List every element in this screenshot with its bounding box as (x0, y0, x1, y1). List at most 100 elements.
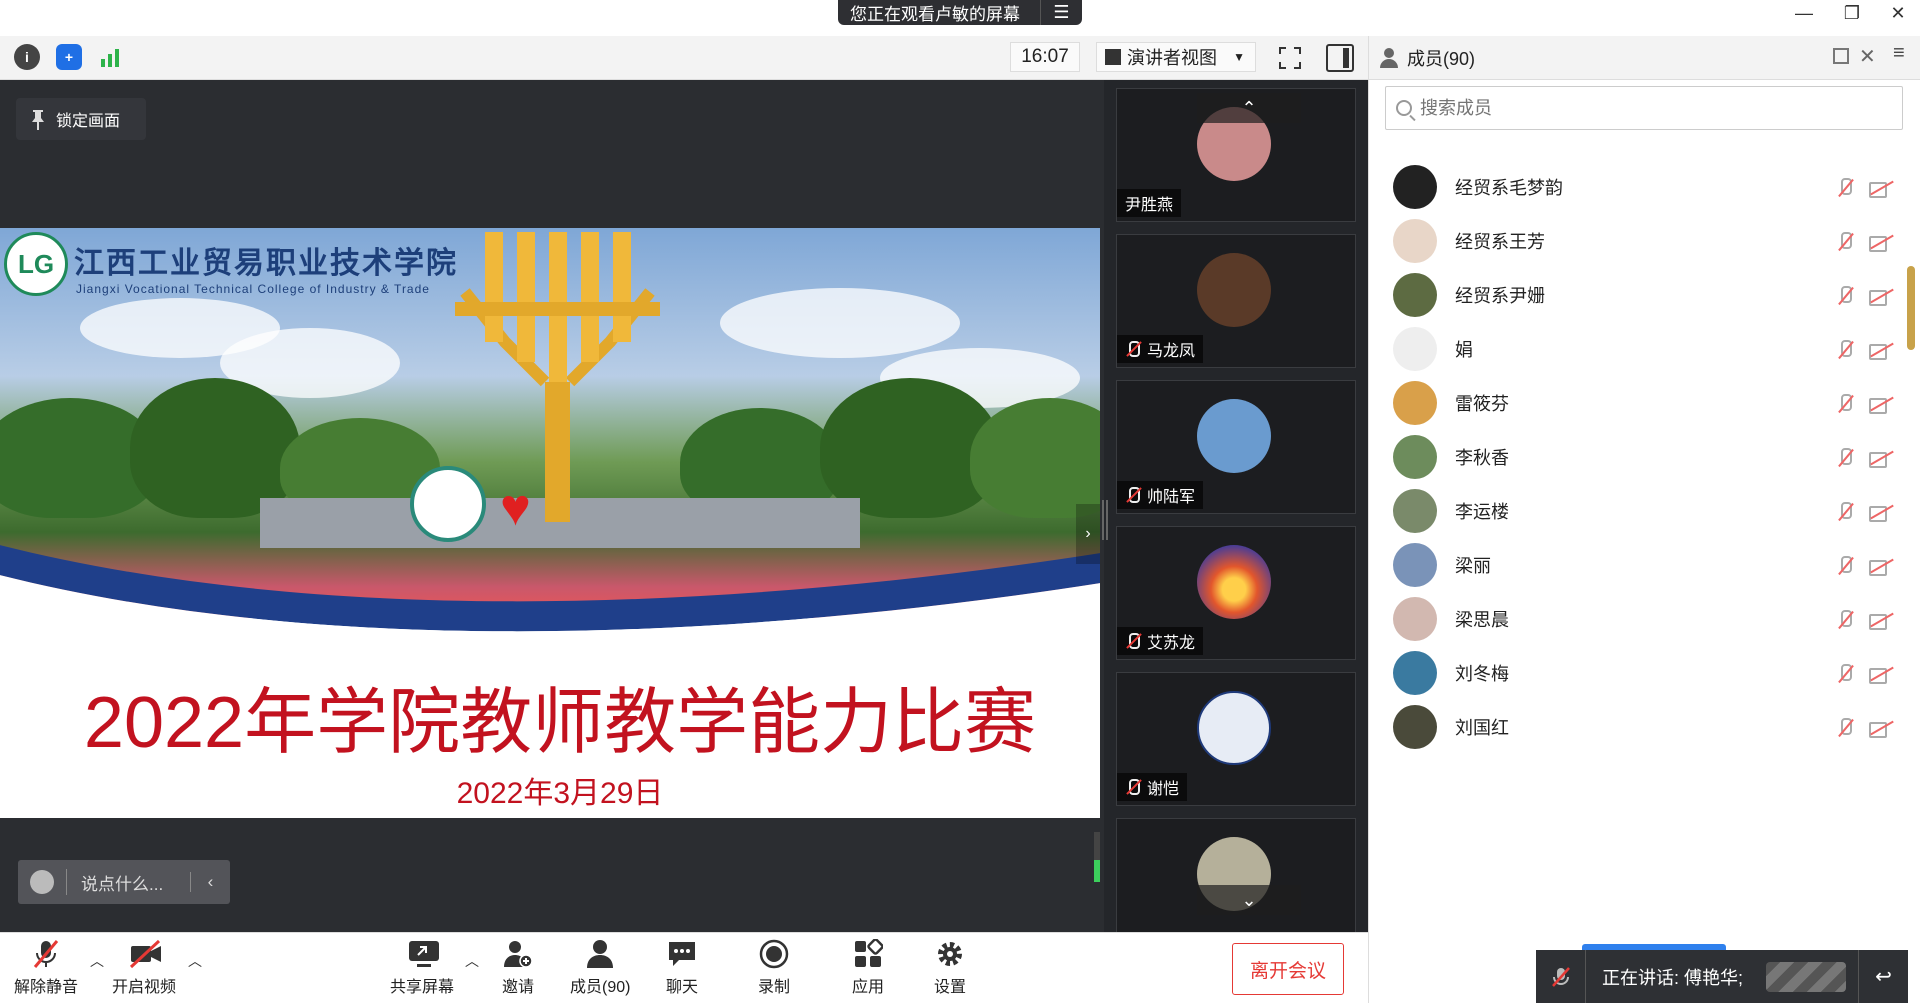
member-name: 经贸系王芳 (1455, 232, 1545, 252)
member-row[interactable]: 刘国红 (1369, 694, 1904, 760)
camera-off-icon[interactable] (1869, 504, 1893, 522)
mic-muted-icon[interactable] (1835, 610, 1855, 630)
close-window-button[interactable]: ✕ (1876, 0, 1920, 26)
scroll-up-button[interactable]: ⌃ (1197, 93, 1301, 123)
apps-button[interactable]: 应用 (852, 938, 884, 999)
camera-off-icon[interactable] (1869, 450, 1893, 468)
chat-quick-input[interactable]: 说点什么... ‹ (18, 860, 230, 904)
thumbnail-name: 艾苏龙 (1117, 627, 1204, 655)
hamburger-menu-icon[interactable]: ≡ (1893, 42, 1905, 65)
signal-icon[interactable] (100, 46, 122, 68)
member-name: 李秋香 (1455, 448, 1509, 468)
emoji-icon[interactable] (30, 870, 54, 894)
avatar (1197, 545, 1271, 619)
avatar (1393, 381, 1437, 425)
maximize-button[interactable]: ❐ (1830, 0, 1874, 26)
record-label: 录制 (758, 979, 791, 996)
camera-off-icon[interactable] (1869, 342, 1893, 360)
sidebar-toggle-button[interactable] (1326, 44, 1354, 72)
apps-icon (853, 938, 884, 969)
participant-thumbnails[interactable]: 尹胜燕 ⌃ 马龙凤 帅陆军 艾苏龙 谢恺 ⌄ (1104, 80, 1368, 932)
thumbnail-tile[interactable]: 帅陆军 (1116, 380, 1356, 514)
avatar (1393, 219, 1437, 263)
share-banner-text: 您正在观看卢敏的屏幕 (850, 5, 1020, 24)
i-love-sign: ♥ (500, 479, 531, 537)
camera-off-icon[interactable] (1869, 234, 1893, 252)
member-search-input[interactable] (1420, 97, 1860, 119)
chat-icon (667, 939, 697, 969)
next-page-button[interactable]: › (1076, 504, 1100, 564)
avatar (1393, 705, 1437, 749)
avatar (1197, 253, 1271, 327)
thumbnail-tile[interactable]: 马龙凤 (1116, 234, 1356, 368)
member-list-scrollbar[interactable] (1907, 266, 1915, 350)
members-title: 成员(90) (1407, 48, 1476, 69)
thumbnail-name: 谢恺 (1117, 773, 1188, 801)
member-search-box[interactable] (1385, 86, 1903, 130)
fullscreen-icon (1279, 47, 1301, 69)
meeting-toolbar: i + 16:07 演讲者视图 ▼ (0, 36, 1368, 80)
share-screen-button[interactable]: 共享屏幕 (390, 939, 454, 999)
view-mode-dropdown[interactable]: 演讲者视图 ▼ (1096, 42, 1256, 72)
chat-placeholder[interactable]: 说点什么... (67, 870, 190, 895)
invite-label: 邀请 (502, 979, 535, 996)
layout-icon (1105, 49, 1121, 65)
settings-button[interactable]: 设置 (934, 939, 966, 999)
thumbnail-tile[interactable]: 艾苏龙 (1116, 526, 1356, 660)
close-icon[interactable]: ✕ (1859, 44, 1876, 69)
member-name: 梁丽 (1455, 556, 1491, 576)
mic-muted-icon[interactable] (1835, 340, 1855, 360)
thumbnail-tile[interactable]: ⌄ (1116, 818, 1356, 932)
decorative-wave (0, 545, 1100, 660)
members-button[interactable]: 成员(90) (570, 939, 630, 999)
shield-icon[interactable]: + (56, 44, 82, 70)
fullscreen-button[interactable] (1276, 44, 1304, 72)
audio-options-chevron[interactable]: ︿ (90, 951, 104, 971)
avatar (1393, 327, 1437, 371)
members-label: 成员(90) (570, 979, 631, 996)
member-name: 娟 (1455, 340, 1473, 360)
thumbnail-tile[interactable]: 尹胜燕 ⌃ (1116, 88, 1356, 222)
camera-off-icon[interactable] (1869, 180, 1893, 198)
chat-label: 聊天 (666, 979, 699, 996)
mic-muted-icon[interactable] (1835, 664, 1855, 684)
lock-view-button[interactable]: 锁定画面 (16, 98, 146, 140)
search-icon (1396, 100, 1412, 116)
share-options-chevron[interactable]: ︿ (465, 951, 479, 971)
collapse-chat-icon[interactable]: ‹ (190, 872, 230, 892)
camera-off-icon[interactable] (1869, 720, 1893, 738)
mic-muted-icon[interactable] (1835, 502, 1855, 522)
invite-button[interactable]: 邀请 (502, 939, 534, 999)
popout-icon[interactable] (1833, 48, 1849, 64)
mic-muted-icon[interactable] (1835, 178, 1855, 198)
scroll-down-button[interactable]: ⌄ (1197, 885, 1301, 915)
camera-off-icon[interactable] (1869, 666, 1893, 684)
minimize-button[interactable]: — (1782, 0, 1826, 26)
member-name: 经贸系尹姗 (1455, 286, 1545, 306)
record-button[interactable]: 录制 (758, 939, 790, 999)
start-video-button[interactable]: 开启视频 (112, 939, 176, 999)
mic-muted-icon[interactable] (1835, 394, 1855, 414)
video-options-chevron[interactable]: ︿ (188, 951, 202, 971)
chat-button[interactable]: 聊天 (666, 939, 698, 999)
leave-meeting-button[interactable]: 离开会议 (1232, 943, 1344, 995)
mic-muted-icon[interactable] (1835, 718, 1855, 738)
camera-off-icon[interactable] (1869, 558, 1893, 576)
menu-icon[interactable]: ☰ (1040, 0, 1082, 25)
thumbnail-tile[interactable]: 谢恺 (1116, 672, 1356, 806)
mic-muted-icon[interactable] (1835, 448, 1855, 468)
mic-muted-icon[interactable] (1835, 232, 1855, 252)
mic-muted-icon[interactable] (1536, 950, 1586, 1003)
resize-handle[interactable] (1102, 500, 1108, 540)
mic-muted-icon (1125, 487, 1141, 503)
mic-muted-icon[interactable] (1835, 556, 1855, 576)
info-icon[interactable]: i (14, 44, 40, 70)
return-arrow-icon[interactable]: ↩ (1858, 950, 1908, 1003)
camera-off-icon[interactable] (1869, 612, 1893, 630)
camera-off-icon[interactable] (1869, 396, 1893, 414)
mic-muted-icon[interactable] (1835, 286, 1855, 306)
member-list[interactable]: 经贸系毛梦韵 经贸系王芳 经贸系尹姗娟雷筱芬 李秋香 李运楼 梁丽 梁思晨 刘冬梅 刘国红 (1369, 144, 1904, 954)
meeting-clock: 16:07 (1010, 42, 1080, 72)
camera-off-icon[interactable] (1869, 288, 1893, 306)
unmute-button[interactable]: 解除静音 (14, 939, 78, 999)
